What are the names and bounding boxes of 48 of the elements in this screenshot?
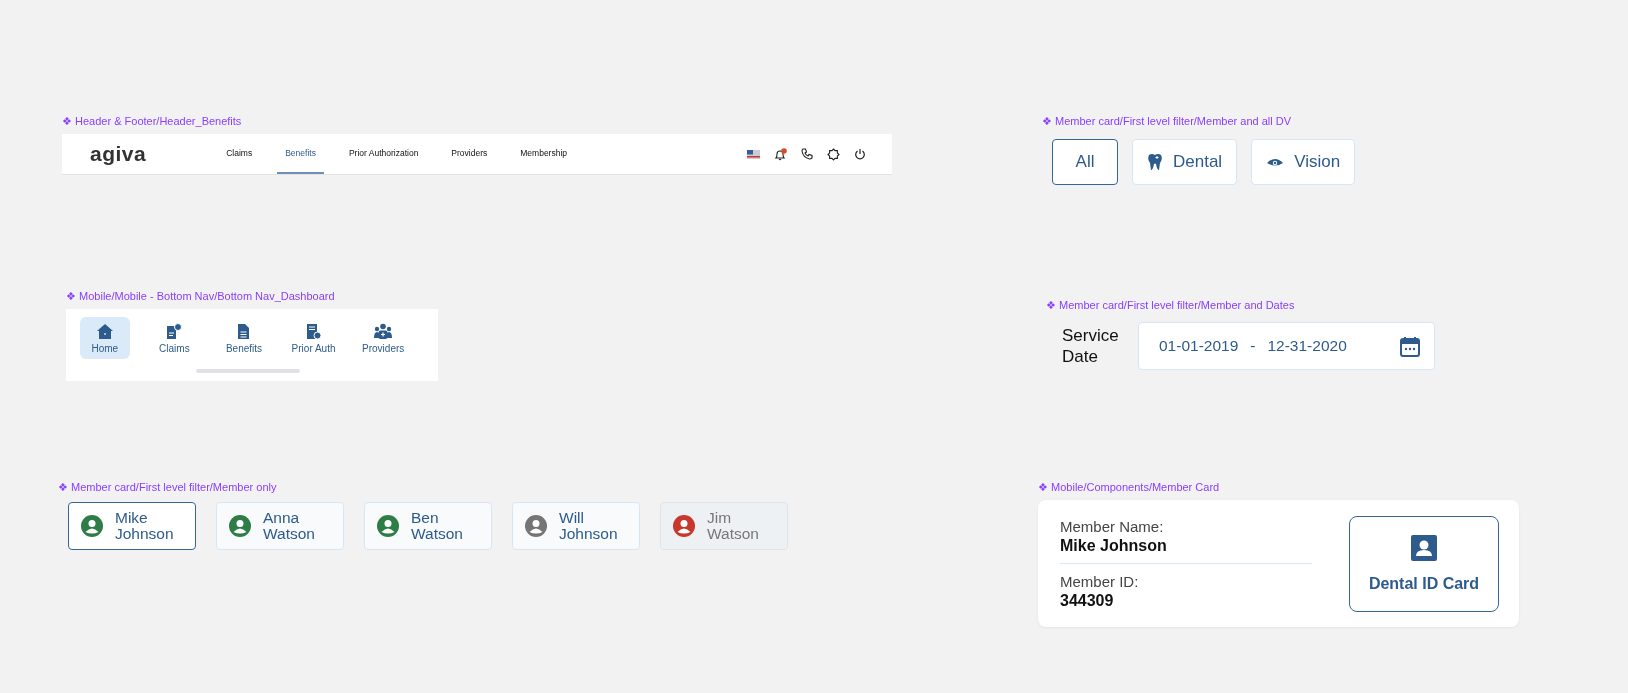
frame-label: ❖ Header & Footer/Header_Benefits	[62, 115, 242, 128]
group-icon	[373, 322, 394, 340]
filter-option[interactable]: Dental	[1132, 139, 1238, 185]
bottom-nav-item[interactable]: Providers	[358, 317, 408, 359]
frame-label: ❖ Mobile/Mobile - Bottom Nav/Bottom Nav_Dashboard	[66, 290, 335, 303]
document-check-icon	[166, 322, 183, 340]
flag-icon[interactable]	[747, 149, 760, 159]
date-range-field[interactable]: 01-01-2019 - 12-31-2020	[1138, 322, 1435, 370]
contact-icon	[1411, 534, 1437, 561]
member-id: 344309	[1060, 591, 1115, 610]
member-chip[interactable]: Anna Watson	[216, 502, 344, 550]
bottom-nav-item[interactable]: Home	[80, 317, 130, 359]
member-chip[interactable]: Will Johnson	[512, 502, 640, 550]
settings-icon[interactable]	[827, 147, 840, 161]
bell-icon[interactable]	[774, 147, 787, 161]
frame-label: ❖ Mobile/Components/Member Card	[1038, 481, 1220, 494]
logo: agiva	[90, 142, 147, 166]
document-icon	[237, 322, 251, 340]
end-date: 12-31-2020	[1267, 337, 1347, 355]
home-icon	[95, 322, 114, 340]
eye-icon	[1266, 156, 1285, 168]
id-card-button[interactable]: Dental ID Card	[1349, 515, 1499, 612]
filter-option[interactable]: Vision	[1251, 139, 1356, 185]
bottom-nav-item[interactable]: Claims	[149, 317, 200, 359]
nav-tab[interactable]: Benefits	[277, 134, 324, 174]
member-name: Mike Johnson	[1060, 536, 1168, 555]
nav-tab[interactable]: Providers	[443, 134, 496, 174]
filter-option[interactable]: All	[1052, 139, 1118, 185]
frame-label: ❖ Member card/First level filter/Member and Dates	[1046, 299, 1295, 312]
phone-icon[interactable]	[801, 148, 813, 160]
document-clock-icon	[305, 322, 322, 340]
bottom-nav-item[interactable]: Prior Auth	[288, 317, 339, 359]
tooth-icon	[1147, 153, 1163, 171]
field-label: Member Name:	[1060, 517, 1165, 535]
member-chip[interactable]: Mike Johnson	[68, 502, 196, 550]
nav-tab[interactable]: Prior Authorization	[340, 134, 427, 174]
nav-tab[interactable]: Claims	[218, 134, 261, 174]
frame-label: ❖ Member card/First level filter/Member and all DV	[1042, 115, 1291, 128]
power-icon[interactable]	[854, 148, 866, 160]
bottom-nav-item[interactable]: Benefits	[219, 317, 269, 359]
field-label: Service Date	[1062, 325, 1120, 367]
start-date: 01-01-2019	[1159, 337, 1239, 355]
nav-tab[interactable]: Membership	[512, 134, 576, 174]
member-chip[interactable]: Ben Watson	[364, 502, 492, 550]
field-label: Member ID:	[1060, 572, 1140, 590]
range-separator: -	[1250, 337, 1256, 355]
frame-label: ❖ Member card/First level filter/Member only	[58, 481, 277, 494]
calendar-icon[interactable]	[1400, 335, 1420, 357]
